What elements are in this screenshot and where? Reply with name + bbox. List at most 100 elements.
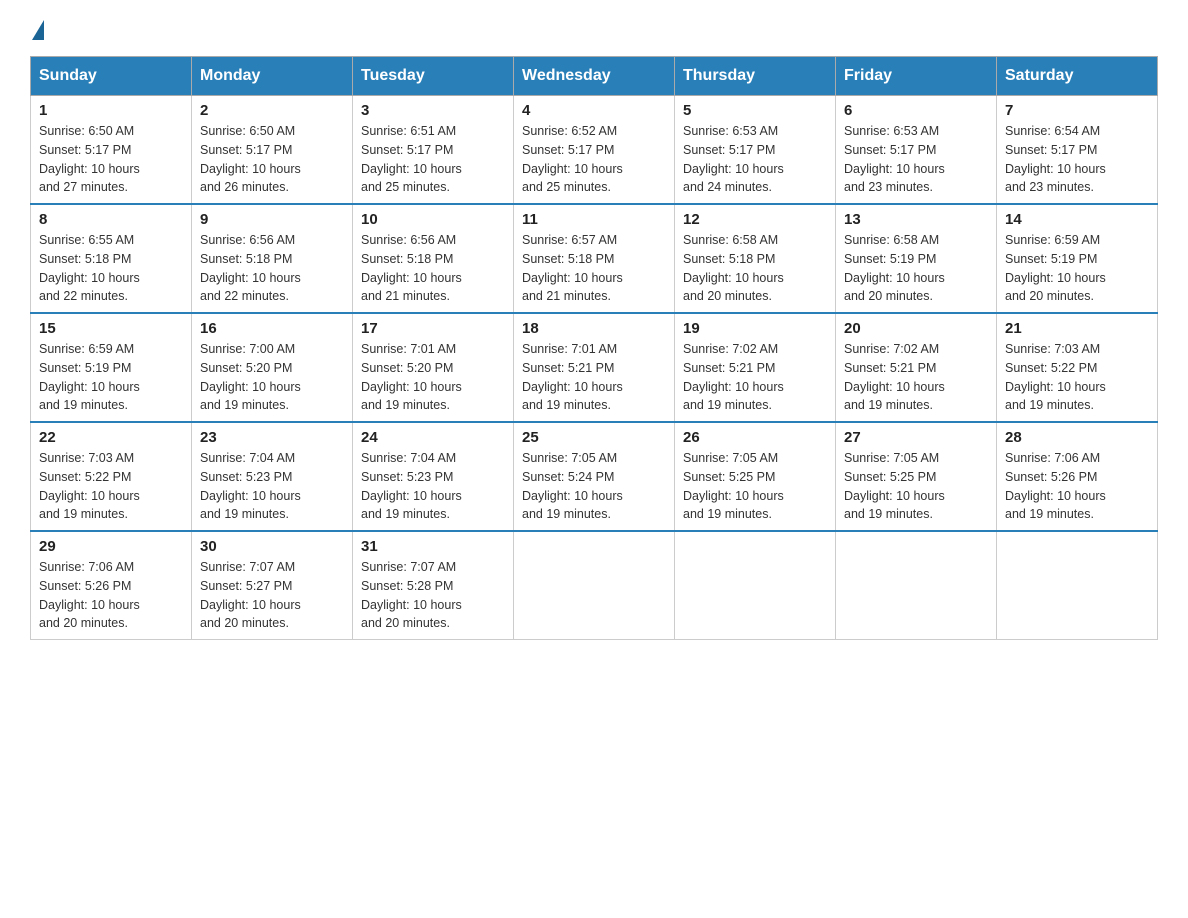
day-number: 19 [683, 320, 827, 337]
calendar-cell: 17 Sunrise: 7:01 AM Sunset: 5:20 PM Dayl… [353, 313, 514, 422]
day-info: Sunrise: 7:02 AM Sunset: 5:21 PM Dayligh… [683, 340, 827, 415]
day-info: Sunrise: 7:06 AM Sunset: 5:26 PM Dayligh… [1005, 449, 1149, 524]
calendar-cell: 18 Sunrise: 7:01 AM Sunset: 5:21 PM Dayl… [514, 313, 675, 422]
calendar-cell: 25 Sunrise: 7:05 AM Sunset: 5:24 PM Dayl… [514, 422, 675, 531]
week-row-1: 1 Sunrise: 6:50 AM Sunset: 5:17 PM Dayli… [31, 96, 1158, 205]
calendar-cell: 27 Sunrise: 7:05 AM Sunset: 5:25 PM Dayl… [836, 422, 997, 531]
calendar-cell: 24 Sunrise: 7:04 AM Sunset: 5:23 PM Dayl… [353, 422, 514, 531]
day-number: 28 [1005, 429, 1149, 446]
day-info: Sunrise: 7:06 AM Sunset: 5:26 PM Dayligh… [39, 558, 183, 633]
day-number: 14 [1005, 211, 1149, 228]
calendar-cell: 2 Sunrise: 6:50 AM Sunset: 5:17 PM Dayli… [192, 96, 353, 205]
day-number: 25 [522, 429, 666, 446]
day-info: Sunrise: 7:01 AM Sunset: 5:21 PM Dayligh… [522, 340, 666, 415]
day-number: 6 [844, 102, 988, 119]
day-info: Sunrise: 6:58 AM Sunset: 5:19 PM Dayligh… [844, 231, 988, 306]
calendar-cell: 4 Sunrise: 6:52 AM Sunset: 5:17 PM Dayli… [514, 96, 675, 205]
calendar-cell: 8 Sunrise: 6:55 AM Sunset: 5:18 PM Dayli… [31, 204, 192, 313]
day-info: Sunrise: 7:01 AM Sunset: 5:20 PM Dayligh… [361, 340, 505, 415]
calendar-cell: 31 Sunrise: 7:07 AM Sunset: 5:28 PM Dayl… [353, 531, 514, 640]
day-number: 15 [39, 320, 183, 337]
day-info: Sunrise: 6:53 AM Sunset: 5:17 PM Dayligh… [844, 122, 988, 197]
calendar-cell: 22 Sunrise: 7:03 AM Sunset: 5:22 PM Dayl… [31, 422, 192, 531]
day-info: Sunrise: 6:56 AM Sunset: 5:18 PM Dayligh… [361, 231, 505, 306]
day-number: 3 [361, 102, 505, 119]
calendar-cell: 20 Sunrise: 7:02 AM Sunset: 5:21 PM Dayl… [836, 313, 997, 422]
calendar-cell: 28 Sunrise: 7:06 AM Sunset: 5:26 PM Dayl… [997, 422, 1158, 531]
week-row-3: 15 Sunrise: 6:59 AM Sunset: 5:19 PM Dayl… [31, 313, 1158, 422]
calendar-cell [836, 531, 997, 640]
day-number: 1 [39, 102, 183, 119]
day-number: 30 [200, 538, 344, 555]
day-number: 2 [200, 102, 344, 119]
day-number: 16 [200, 320, 344, 337]
day-info: Sunrise: 7:04 AM Sunset: 5:23 PM Dayligh… [361, 449, 505, 524]
day-number: 21 [1005, 320, 1149, 337]
calendar-header-row: SundayMondayTuesdayWednesdayThursdayFrid… [31, 57, 1158, 96]
header-tuesday: Tuesday [353, 57, 514, 96]
header-wednesday: Wednesday [514, 57, 675, 96]
logo-triangle-icon [32, 20, 44, 40]
day-info: Sunrise: 7:00 AM Sunset: 5:20 PM Dayligh… [200, 340, 344, 415]
day-number: 22 [39, 429, 183, 446]
day-number: 29 [39, 538, 183, 555]
calendar-cell [997, 531, 1158, 640]
header-monday: Monday [192, 57, 353, 96]
day-info: Sunrise: 6:54 AM Sunset: 5:17 PM Dayligh… [1005, 122, 1149, 197]
page-header [30, 20, 1158, 36]
calendar-cell: 26 Sunrise: 7:05 AM Sunset: 5:25 PM Dayl… [675, 422, 836, 531]
day-info: Sunrise: 7:07 AM Sunset: 5:28 PM Dayligh… [361, 558, 505, 633]
header-sunday: Sunday [31, 57, 192, 96]
day-number: 26 [683, 429, 827, 446]
calendar-cell: 30 Sunrise: 7:07 AM Sunset: 5:27 PM Dayl… [192, 531, 353, 640]
day-info: Sunrise: 7:03 AM Sunset: 5:22 PM Dayligh… [39, 449, 183, 524]
logo-text [30, 20, 46, 40]
calendar-cell: 6 Sunrise: 6:53 AM Sunset: 5:17 PM Dayli… [836, 96, 997, 205]
calendar-cell: 11 Sunrise: 6:57 AM Sunset: 5:18 PM Dayl… [514, 204, 675, 313]
calendar-cell: 5 Sunrise: 6:53 AM Sunset: 5:17 PM Dayli… [675, 96, 836, 205]
calendar-cell: 12 Sunrise: 6:58 AM Sunset: 5:18 PM Dayl… [675, 204, 836, 313]
day-number: 12 [683, 211, 827, 228]
header-friday: Friday [836, 57, 997, 96]
calendar-cell: 9 Sunrise: 6:56 AM Sunset: 5:18 PM Dayli… [192, 204, 353, 313]
day-number: 23 [200, 429, 344, 446]
calendar-cell: 7 Sunrise: 6:54 AM Sunset: 5:17 PM Dayli… [997, 96, 1158, 205]
week-row-4: 22 Sunrise: 7:03 AM Sunset: 5:22 PM Dayl… [31, 422, 1158, 531]
day-info: Sunrise: 7:03 AM Sunset: 5:22 PM Dayligh… [1005, 340, 1149, 415]
calendar-cell: 15 Sunrise: 6:59 AM Sunset: 5:19 PM Dayl… [31, 313, 192, 422]
calendar-cell: 14 Sunrise: 6:59 AM Sunset: 5:19 PM Dayl… [997, 204, 1158, 313]
day-info: Sunrise: 7:07 AM Sunset: 5:27 PM Dayligh… [200, 558, 344, 633]
calendar-cell: 10 Sunrise: 6:56 AM Sunset: 5:18 PM Dayl… [353, 204, 514, 313]
day-info: Sunrise: 7:02 AM Sunset: 5:21 PM Dayligh… [844, 340, 988, 415]
day-info: Sunrise: 6:59 AM Sunset: 5:19 PM Dayligh… [1005, 231, 1149, 306]
week-row-2: 8 Sunrise: 6:55 AM Sunset: 5:18 PM Dayli… [31, 204, 1158, 313]
logo [30, 20, 46, 36]
day-info: Sunrise: 7:05 AM Sunset: 5:25 PM Dayligh… [844, 449, 988, 524]
day-number: 13 [844, 211, 988, 228]
calendar-cell: 1 Sunrise: 6:50 AM Sunset: 5:17 PM Dayli… [31, 96, 192, 205]
week-row-5: 29 Sunrise: 7:06 AM Sunset: 5:26 PM Dayl… [31, 531, 1158, 640]
calendar-cell: 29 Sunrise: 7:06 AM Sunset: 5:26 PM Dayl… [31, 531, 192, 640]
calendar-cell: 13 Sunrise: 6:58 AM Sunset: 5:19 PM Dayl… [836, 204, 997, 313]
day-number: 7 [1005, 102, 1149, 119]
day-number: 9 [200, 211, 344, 228]
header-thursday: Thursday [675, 57, 836, 96]
calendar-cell: 16 Sunrise: 7:00 AM Sunset: 5:20 PM Dayl… [192, 313, 353, 422]
calendar-cell [675, 531, 836, 640]
day-info: Sunrise: 6:50 AM Sunset: 5:17 PM Dayligh… [200, 122, 344, 197]
header-saturday: Saturday [997, 57, 1158, 96]
day-number: 18 [522, 320, 666, 337]
day-number: 8 [39, 211, 183, 228]
calendar-cell: 21 Sunrise: 7:03 AM Sunset: 5:22 PM Dayl… [997, 313, 1158, 422]
day-number: 31 [361, 538, 505, 555]
day-number: 20 [844, 320, 988, 337]
day-info: Sunrise: 6:50 AM Sunset: 5:17 PM Dayligh… [39, 122, 183, 197]
day-number: 5 [683, 102, 827, 119]
calendar-cell: 19 Sunrise: 7:02 AM Sunset: 5:21 PM Dayl… [675, 313, 836, 422]
day-number: 24 [361, 429, 505, 446]
calendar-cell: 23 Sunrise: 7:04 AM Sunset: 5:23 PM Dayl… [192, 422, 353, 531]
day-info: Sunrise: 6:56 AM Sunset: 5:18 PM Dayligh… [200, 231, 344, 306]
day-number: 11 [522, 211, 666, 228]
day-info: Sunrise: 6:53 AM Sunset: 5:17 PM Dayligh… [683, 122, 827, 197]
day-info: Sunrise: 6:57 AM Sunset: 5:18 PM Dayligh… [522, 231, 666, 306]
